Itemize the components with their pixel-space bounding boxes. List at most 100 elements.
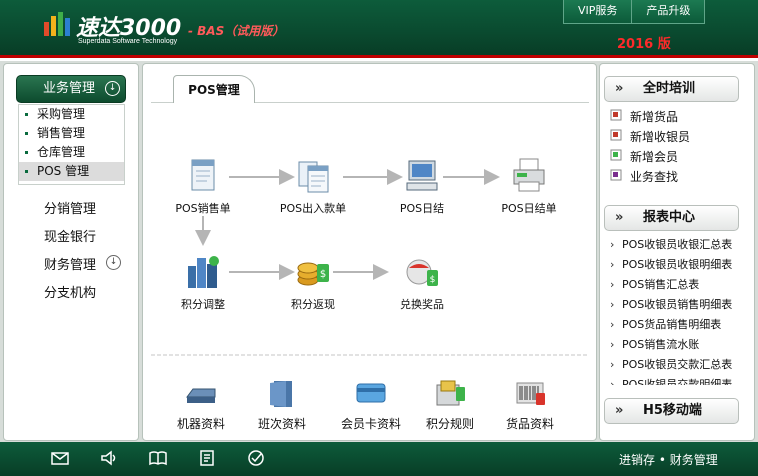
flow-label: POS日结 bbox=[399, 202, 445, 215]
sidebar-item-pos[interactable]: POS 管理 bbox=[19, 162, 124, 181]
sidebar-item-distribution[interactable]: 分销管理 bbox=[44, 198, 96, 217]
training-item-new-cashier[interactable]: 新增收银员 bbox=[610, 128, 690, 145]
sidebar-item-sales[interactable]: 销售管理 bbox=[19, 124, 124, 143]
bookmark-icon bbox=[610, 129, 622, 141]
svg-text:$: $ bbox=[320, 269, 326, 280]
flow-label: POS出入款单 bbox=[279, 202, 347, 215]
bottom-label: 机器资料 bbox=[176, 417, 225, 431]
training-item-new-member[interactable]: 新增会员 bbox=[610, 148, 678, 165]
bookmark-icon bbox=[610, 149, 622, 161]
training-item-label: 新增收银员 bbox=[630, 130, 691, 144]
sidebar-header-business[interactable]: 业务管理 ↓ bbox=[16, 75, 126, 103]
computer-icon bbox=[406, 160, 438, 191]
flow-label: 积分返现 bbox=[291, 298, 335, 311]
bottom-shift-data[interactable]: 班次资料 bbox=[245, 377, 319, 432]
report-item[interactable]: POS收银员收银汇总表 bbox=[604, 235, 752, 255]
report-item[interactable]: POS收银员销售明细表 bbox=[604, 295, 752, 315]
bookmark-icon bbox=[610, 169, 622, 181]
flow-pos-daily-statement[interactable]: POS日结单 bbox=[484, 156, 574, 216]
reports-title: 报表中心 bbox=[643, 210, 696, 225]
card-reader-icon bbox=[436, 380, 465, 406]
year-label: 2016 版 bbox=[617, 37, 671, 52]
vip-service-button[interactable]: VIP服务 bbox=[563, 0, 633, 24]
bookmark-icon bbox=[610, 109, 622, 121]
double-chevron-icon: » bbox=[615, 403, 624, 418]
bottom-label: 班次资料 bbox=[257, 417, 306, 431]
training-item-label: 新增货品 bbox=[630, 110, 679, 124]
flow-redeem-prize[interactable]: $ 兑换奖品 bbox=[377, 252, 467, 312]
flow-pos-daily-close[interactable]: POS日结 bbox=[377, 156, 467, 216]
chevron-down-icon: ↓ bbox=[105, 81, 120, 96]
training-item-label: 新增会员 bbox=[630, 150, 679, 164]
folder-icon bbox=[270, 381, 292, 407]
coins-icon: $ bbox=[297, 262, 329, 286]
bottom-label: 积分规则 bbox=[425, 417, 474, 431]
report-item[interactable]: POS销售流水账 bbox=[604, 335, 752, 355]
sidebar-submenu: 采购管理 销售管理 仓库管理 POS 管理 bbox=[18, 104, 125, 185]
logo: 速达3000 Superdata Software Technology - B… bbox=[42, 8, 285, 48]
sidebar-item-branches[interactable]: 分支机构 bbox=[44, 282, 96, 301]
content-panel: POS管理 POS销售单 POS出入款单 POS日结 POS日结单 积分调整 $… bbox=[142, 63, 597, 441]
report-item[interactable]: POS货品销售明细表 bbox=[604, 315, 752, 335]
training-item-business-search[interactable]: 业务查找 bbox=[610, 168, 678, 185]
training-title: 全时培训 bbox=[643, 81, 696, 96]
flow-pos-sales-order[interactable]: POS销售单 bbox=[158, 156, 248, 216]
product-upgrade-button[interactable]: 产品升级 bbox=[632, 0, 706, 24]
report-item[interactable]: POS收银员交款明细表 bbox=[604, 375, 752, 385]
sidebar-item-cash-bank[interactable]: 现金银行 bbox=[44, 226, 96, 245]
report-item[interactable]: POS收银员收银明细表 bbox=[604, 255, 752, 275]
edition-label: - BAS（试用版） bbox=[188, 24, 285, 38]
mail-icon[interactable] bbox=[50, 449, 70, 467]
right-panel: » 全时培训 新增货品 新增收银员 新增会员 业务查找 » 报表中心 POS收银… bbox=[599, 63, 755, 441]
buildings-icon bbox=[188, 256, 219, 288]
bottom-goods-data[interactable]: 货品资料 bbox=[493, 377, 567, 432]
mobile-title: H5移动端 bbox=[643, 403, 702, 418]
flow-pos-cash-io[interactable]: POS出入款单 bbox=[268, 156, 358, 216]
card-icon bbox=[356, 383, 386, 403]
speaker-icon[interactable] bbox=[99, 449, 119, 467]
app-header: 速达3000 Superdata Software Technology - B… bbox=[0, 0, 758, 58]
report-item[interactable]: POS销售汇总表 bbox=[604, 275, 752, 295]
flow-label: 积分调整 bbox=[181, 298, 225, 311]
machine-icon bbox=[186, 388, 216, 403]
training-header[interactable]: » 全时培训 bbox=[604, 76, 739, 102]
app-footer: 进销存 • 财务管理 bbox=[0, 442, 758, 476]
document-icon bbox=[191, 159, 215, 191]
bottom-member-card-data[interactable]: 会员卡资料 bbox=[334, 377, 408, 432]
gift-icon: $ bbox=[406, 259, 438, 286]
double-chevron-icon: » bbox=[615, 210, 624, 225]
bottom-points-rules[interactable]: 积分规则 bbox=[413, 377, 487, 432]
training-item-new-goods[interactable]: 新增货品 bbox=[610, 108, 678, 125]
sidebar-header-label: 业务管理 bbox=[43, 81, 96, 96]
flow-points-adjust[interactable]: 积分调整 bbox=[158, 252, 248, 312]
check-icon[interactable] bbox=[246, 449, 266, 467]
sidebar-item-warehouse[interactable]: 仓库管理 bbox=[19, 143, 124, 162]
documents-icon bbox=[298, 161, 329, 193]
notes-icon[interactable] bbox=[197, 449, 217, 467]
sidebar-item-purchase[interactable]: 采购管理 bbox=[19, 105, 124, 124]
bottom-label: 会员卡资料 bbox=[340, 417, 401, 431]
report-item[interactable]: POS收银员交款汇总表 bbox=[604, 355, 752, 375]
footer-product-tagline: 进销存 • 财务管理 bbox=[619, 453, 718, 467]
reports-header[interactable]: » 报表中心 bbox=[604, 205, 739, 231]
flow-label: 兑换奖品 bbox=[400, 298, 444, 311]
section-divider bbox=[151, 354, 589, 356]
flow-label: POS销售单 bbox=[175, 202, 231, 215]
bottom-label: 货品资料 bbox=[505, 417, 554, 431]
sidebar-item-finance[interactable]: 财务管理 bbox=[44, 254, 96, 273]
chevron-down-icon[interactable]: ↓ bbox=[106, 255, 121, 270]
app-name-en: Superdata Software Technology bbox=[78, 38, 178, 45]
bottom-machine-data[interactable]: 机器资料 bbox=[164, 377, 238, 432]
top-buttons: VIP服务 产品升级 bbox=[563, 0, 706, 24]
book-icon[interactable] bbox=[148, 449, 168, 467]
barcode-icon bbox=[516, 382, 545, 405]
double-chevron-icon: » bbox=[615, 81, 624, 96]
reports-list: POS收银员收银汇总表 POS收银员收银明细表 POS销售汇总表 POS收银员销… bbox=[604, 235, 752, 385]
logo-mark-icon bbox=[44, 12, 70, 36]
printer-icon bbox=[513, 158, 545, 192]
svg-text:$: $ bbox=[430, 275, 436, 285]
main-area: 业务管理 ↓ 采购管理 销售管理 仓库管理 POS 管理 分销管理 现金银行 财… bbox=[0, 61, 758, 442]
mobile-header[interactable]: » H5移动端 bbox=[604, 398, 739, 424]
flow-points-cashback[interactable]: $ 积分返现 bbox=[268, 252, 358, 312]
sidebar: 业务管理 ↓ 采购管理 销售管理 仓库管理 POS 管理 分销管理 现金银行 财… bbox=[3, 63, 139, 441]
